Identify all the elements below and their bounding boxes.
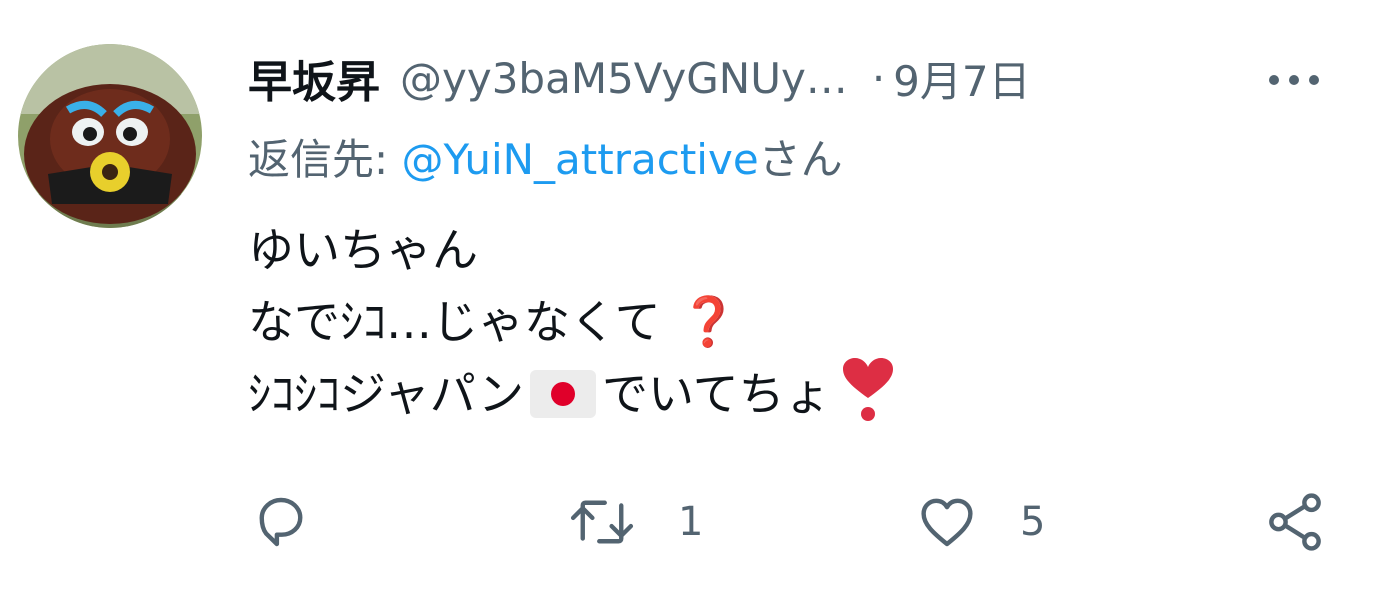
tweet-line-3-text-b: でいてちょ bbox=[602, 367, 831, 421]
avatar-photo-icon bbox=[18, 44, 202, 228]
user-handle[interactable]: @yy3baM5VyGNUy… bbox=[400, 54, 848, 103]
tweet-line-1: ゆいちゃん bbox=[248, 214, 895, 286]
retweet-button[interactable]: 1 bbox=[566, 486, 703, 558]
tweet-line-3: ｼｺｼｺジャパン でいてちょ bbox=[248, 358, 895, 430]
like-count: 5 bbox=[1020, 499, 1046, 545]
reply-mention-link[interactable]: @YuiN_attractive bbox=[402, 135, 759, 184]
tweet-line-2-text: なでｼｺ…じゃなくて bbox=[248, 295, 661, 349]
tweet: 早坂昇 @yy3baM5VyGNUy… · 9月7日 返信先: @YuiN_at… bbox=[0, 0, 1378, 595]
tweet-header: 早坂昇 @yy3baM5VyGNUy… · 9月7日 bbox=[248, 46, 1031, 110]
reply-button[interactable] bbox=[248, 486, 314, 558]
tweet-line-1-text: ゆいちゃん bbox=[248, 223, 478, 277]
question-mark-emoji: ❓ bbox=[678, 294, 739, 350]
more-options-button[interactable] bbox=[1262, 58, 1326, 102]
like-button[interactable]: 5 bbox=[914, 486, 1045, 558]
retweet-icon bbox=[570, 500, 634, 544]
heavy-heart-exclamation-icon bbox=[841, 358, 895, 442]
heart-icon bbox=[921, 498, 973, 547]
replying-to: 返信先: @YuiN_attractiveさん bbox=[248, 132, 843, 188]
share-button[interactable] bbox=[1262, 486, 1328, 558]
japan-flag-icon bbox=[530, 370, 596, 418]
more-options-icon bbox=[1269, 75, 1319, 85]
tweet-date[interactable]: 9月7日 bbox=[893, 48, 1030, 109]
separator: · bbox=[871, 53, 886, 103]
reply-suffix: さん bbox=[758, 135, 843, 184]
tweet-line-3-text-a: ｼｺｼｺジャパン bbox=[248, 367, 524, 421]
reply-icon bbox=[259, 497, 303, 547]
retweet-count: 1 bbox=[678, 499, 704, 545]
tweet-line-2: なでｼｺ…じゃなくて ❓ bbox=[248, 286, 895, 358]
display-name[interactable]: 早坂昇 bbox=[248, 46, 380, 110]
tweet-text: ゆいちゃん なでｼｺ…じゃなくて ❓ ｼｺｼｺジャパン でいてちょ bbox=[248, 214, 895, 430]
reply-prefix: 返信先: bbox=[248, 135, 402, 184]
share-icon bbox=[1269, 493, 1321, 551]
avatar[interactable] bbox=[18, 44, 202, 228]
